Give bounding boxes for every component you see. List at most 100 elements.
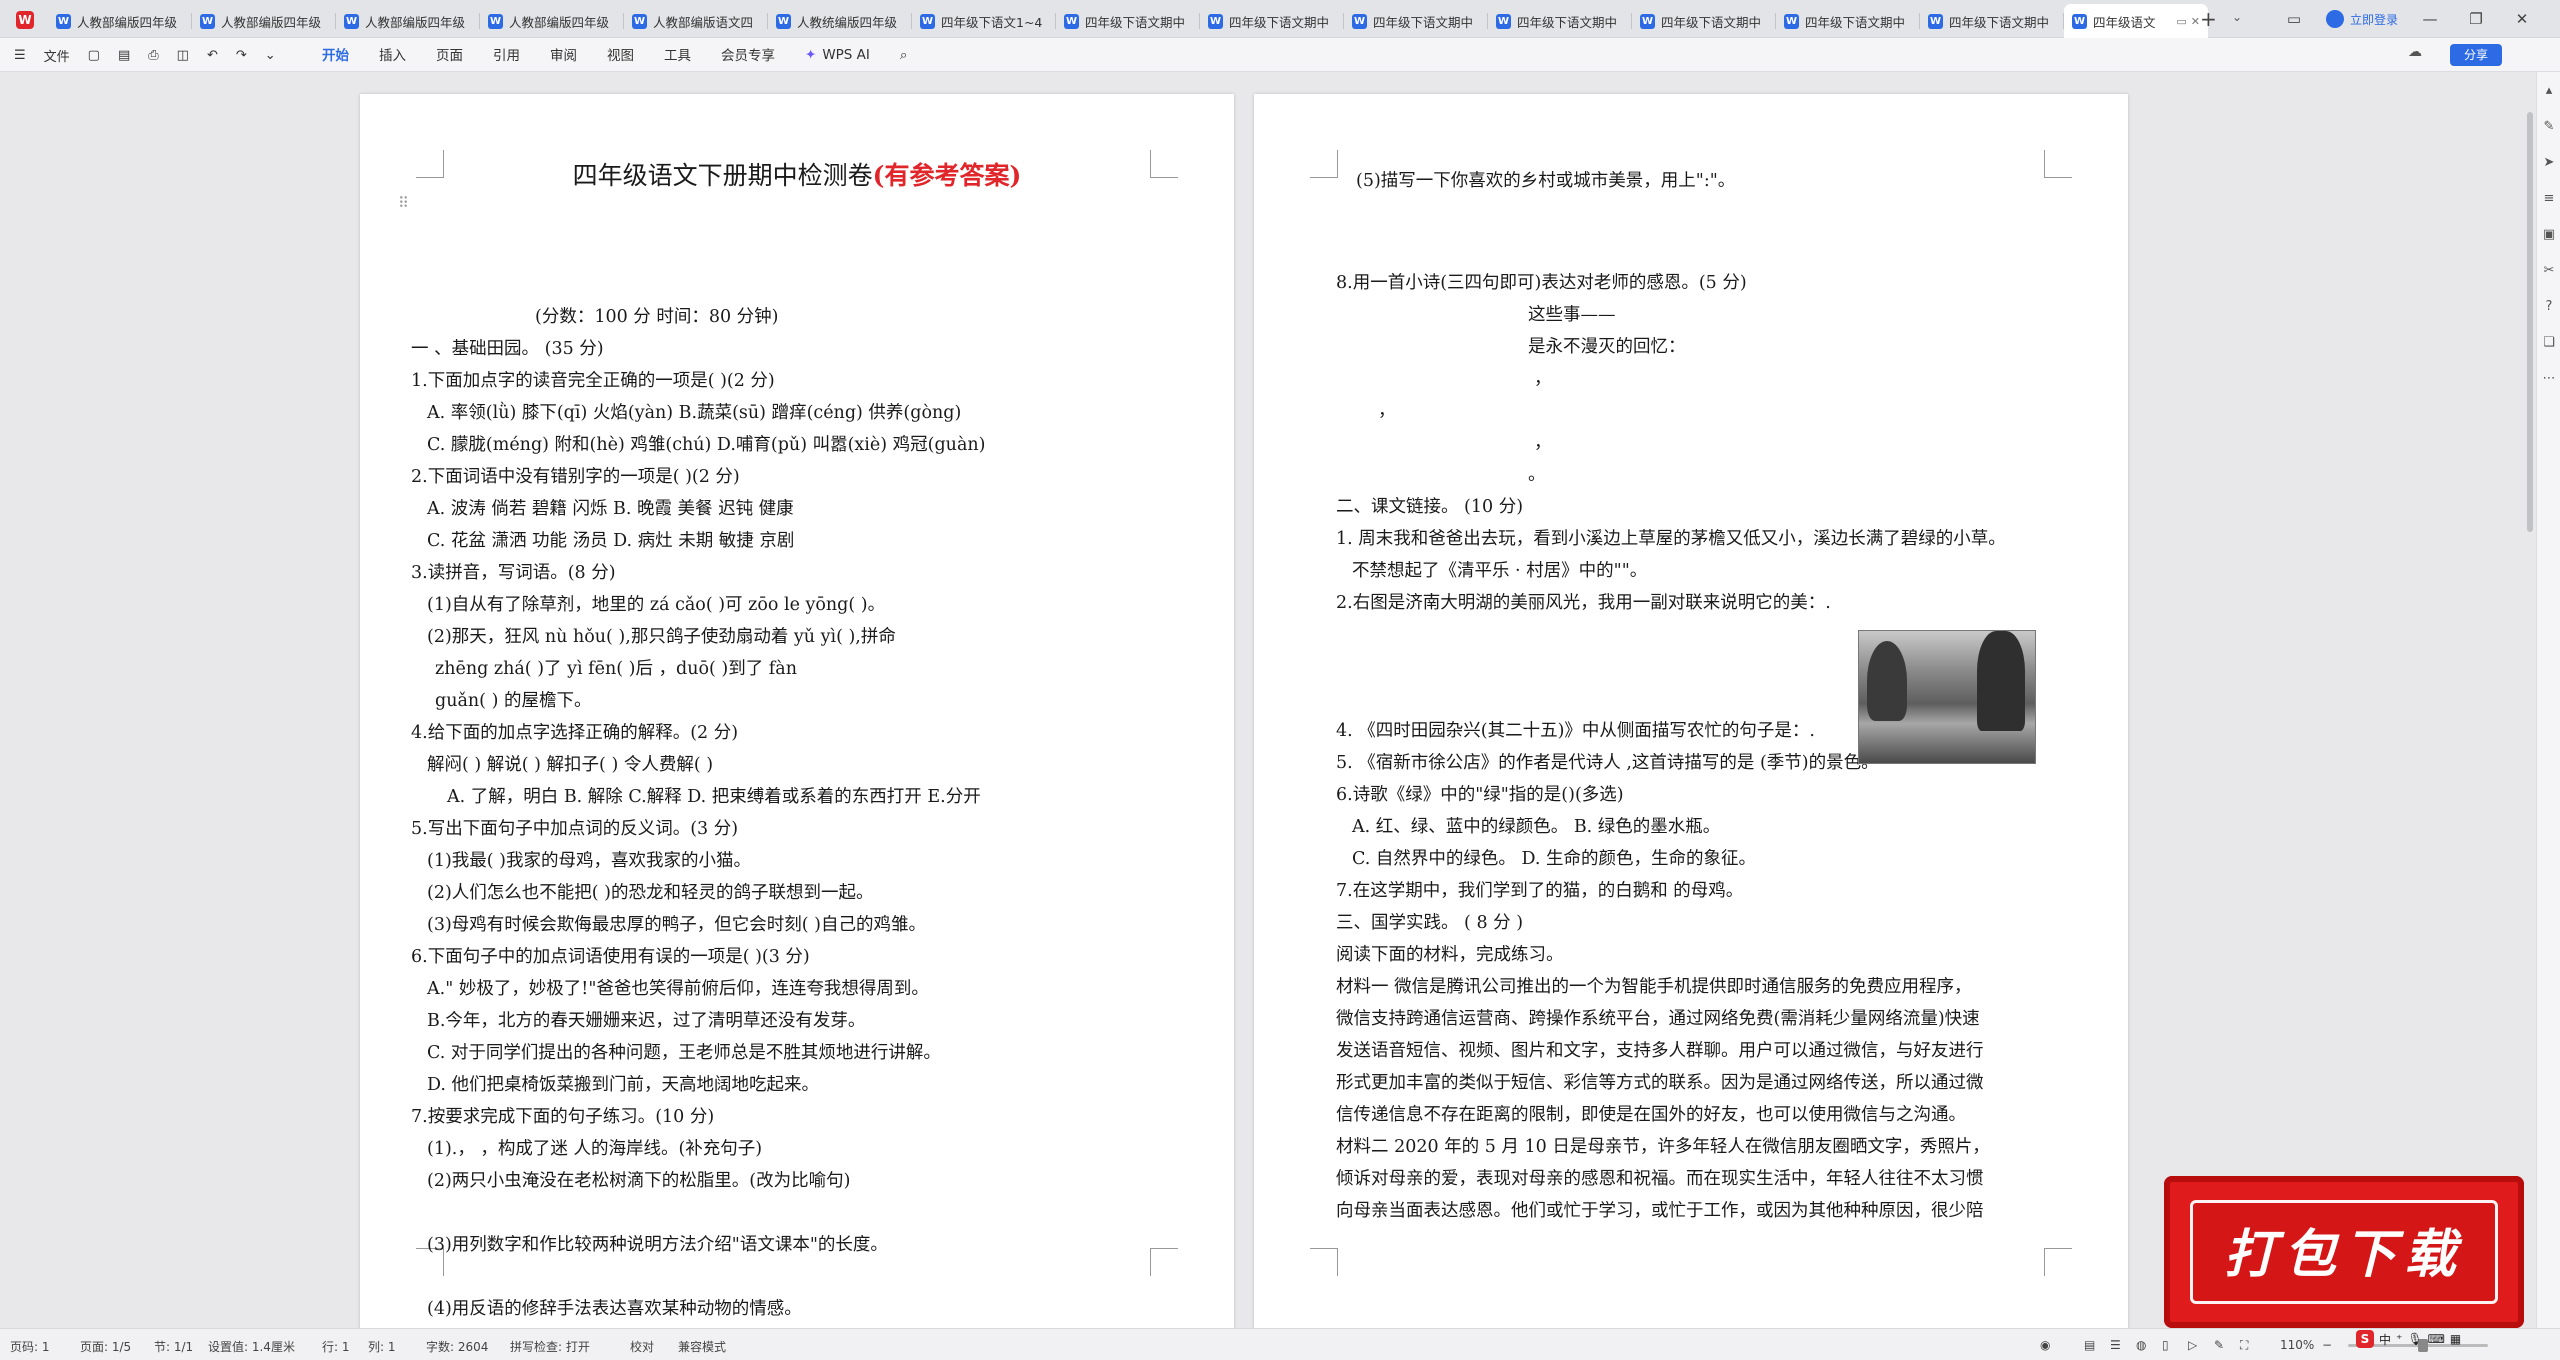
tools-wrench-icon[interactable]: ✂ (2540, 262, 2558, 280)
ime-language[interactable]: 中 (2379, 1331, 2391, 1348)
close-tab-icon[interactable]: ✕ (2191, 15, 2200, 28)
text-line: (分数：100 分 时间：80 分钟) (535, 307, 779, 327)
doc-tab-label: 四年级下语文期中 (1661, 14, 1762, 30)
wps-ai-icon: ✦ (805, 47, 817, 63)
download-banner-text[interactable]: 打包下载 (2193, 1203, 2495, 1301)
doc-tab[interactable]: W 四年级下语文期中 (1056, 4, 1200, 38)
text-line: 7.按要求完成下面的句子练习。(10 分) (411, 1107, 715, 1127)
doc-tab[interactable]: W 人教部编版四年级 (480, 4, 624, 38)
ribbon-tab[interactable]: 会员专享 (721, 36, 775, 74)
status-proofread[interactable]: 校对 (630, 1338, 654, 1355)
ribbon-tab[interactable]: 开始 (322, 36, 349, 74)
play-icon[interactable]: ▷ (2188, 1338, 2197, 1352)
doc-tab[interactable]: W 人教部编版语文四 (624, 4, 768, 38)
undo-icon[interactable]: ↶ (207, 48, 218, 63)
paragraph-drag-handle-icon[interactable]: ⠿ (398, 194, 409, 212)
outline-view-icon[interactable]: ☰ (2110, 1338, 2121, 1352)
status-page-code[interactable]: 页码: 1 (10, 1338, 50, 1355)
keyboard-icon[interactable]: ⌨ (2428, 1332, 2445, 1346)
vertical-scrollbar[interactable] (2524, 72, 2536, 1328)
more-dots-icon[interactable]: ⋯ (2540, 370, 2558, 388)
scrollbar-thumb[interactable] (2527, 112, 2533, 532)
status-col[interactable]: 列: 1 (368, 1338, 396, 1355)
export-pdf-icon[interactable]: ▤ (118, 48, 130, 63)
status-setting-value[interactable]: 设置值: 1.4厘米 (208, 1338, 295, 1355)
ribbon-tab[interactable]: 视图 (607, 36, 634, 74)
sogou-ime-icon[interactable]: S (2356, 1330, 2374, 1348)
skin-icon[interactable]: ▦ (2450, 1332, 2461, 1346)
more-chevron-icon[interactable]: ⌄ (265, 48, 276, 63)
web-view-icon[interactable]: ◍ (2136, 1338, 2146, 1352)
save-icon[interactable]: ▢ (88, 48, 100, 63)
print-preview-icon[interactable]: ◫ (177, 48, 189, 63)
doc-tab[interactable]: W 人教统编版四年级 (768, 4, 912, 38)
share-button[interactable]: 分享 (2450, 44, 2502, 66)
cloud-sync-icon[interactable]: ☁ (2408, 44, 2422, 60)
document-page-2[interactable]: (5)描写一下你喜欢的乡村或城市美景，用上":"。 8.用一首小诗(三四句即可)表… (1254, 94, 2128, 1332)
ribbon-tab[interactable]: 插入 (379, 36, 406, 74)
text-line: 向母亲当面表达感恩。他们或忙于学习，或忙于工作，或因为其他种种原因，很少陪 (1336, 1201, 1984, 1221)
doc-tab[interactable]: W 四年级下语文1~4 (912, 4, 1056, 38)
status-page-count[interactable]: 页面: 1/5 (80, 1338, 131, 1355)
restore-icon[interactable]: ❐ (2462, 10, 2490, 28)
collapse-panel-icon[interactable]: ▴ (2540, 82, 2558, 100)
edit-pen-icon[interactable]: ✎ (2540, 118, 2558, 136)
ribbon-tab[interactable]: 页面 (436, 36, 463, 74)
document-page-1[interactable]: ⠿ 四年级语文下册期中检测卷(有参考答案) (分数：100 分 时间：80 分钟… (360, 94, 1234, 1332)
read-mode-icon[interactable]: ▯ (2162, 1338, 2169, 1352)
minimize-icon[interactable]: — (2416, 10, 2444, 28)
word-doc-icon: W (344, 13, 359, 29)
download-banner[interactable]: 打包下载 (2164, 1176, 2524, 1328)
settings-sliders-icon[interactable]: ≡ (2540, 190, 2558, 208)
status-section[interactable]: 节: 1/1 (154, 1338, 193, 1355)
word-doc-icon: W (2072, 13, 2087, 29)
doc-tab[interactable]: W 四年级下语文期中 (1344, 4, 1488, 38)
eye-protection-icon[interactable]: ◉ (2040, 1338, 2050, 1352)
doc-tab[interactable]: W 四年级下语文期中 (1920, 4, 2064, 38)
punctuation-icon[interactable]: ⁺ (2396, 1332, 2402, 1346)
doc-tab[interactable]: W 人教部编版四年级 (48, 4, 192, 38)
doc-tab[interactable]: W 四年级下语文期中 (1200, 4, 1344, 38)
wps-ai-button[interactable]: ✦ WPS AI (805, 47, 870, 63)
tab-monitor-icon[interactable]: ▭ (2176, 15, 2186, 28)
doc-tab[interactable]: W 四年级下语文期中 (1488, 4, 1632, 38)
print-icon[interactable]: ⎙ (148, 48, 158, 63)
ribbon-tab[interactable]: 工具 (664, 36, 691, 74)
select-cursor-icon[interactable]: ➤ (2540, 154, 2558, 172)
close-window-icon[interactable]: ✕ (2508, 10, 2536, 28)
search-icon[interactable]: ⌕ (900, 47, 908, 63)
status-spellcheck[interactable]: 拼写检查: 打开 (510, 1338, 590, 1355)
ribbon-tab[interactable]: 引用 (493, 36, 520, 74)
window-layout-icon[interactable]: ▭ (2280, 10, 2308, 28)
doc-tab[interactable]: W 四年级下语文期中 (1776, 4, 1920, 38)
image-tool-icon[interactable]: ▣ (2540, 226, 2558, 244)
doc-tab[interactable]: W 人教部编版四年级 (192, 4, 336, 38)
microphone-icon[interactable]: 🎙 (2407, 1332, 2422, 1346)
hamburger-menu-icon[interactable]: ☰ (14, 48, 26, 63)
lake-photo[interactable] (1858, 630, 2036, 764)
status-word-count[interactable]: 字数: 2604 (426, 1338, 488, 1355)
help-icon[interactable]: ? (2540, 298, 2558, 316)
redo-icon[interactable]: ↷ (236, 48, 247, 63)
new-tab-button[interactable]: + (2200, 8, 2217, 30)
login-button[interactable]: 立即登录 (2326, 10, 2398, 28)
ribbon-tab[interactable]: 审阅 (550, 36, 577, 74)
zoom-out-icon[interactable]: − (2322, 1338, 2332, 1352)
title-answer-note: (有参考答案) (872, 161, 1022, 190)
wps-logo-icon[interactable]: W (8, 6, 42, 34)
tab-list-chevron-icon[interactable]: ⌄ (2232, 10, 2242, 24)
doc-tab-label: 人教部编版四年级 (221, 14, 322, 30)
file-menu[interactable]: 文件 (44, 46, 70, 65)
word-doc-icon: W (1208, 13, 1223, 29)
page-view-icon[interactable]: ▤ (2084, 1338, 2095, 1352)
doc-tab[interactable]: W 四年级语文 ▭ ✕ (2064, 4, 2208, 38)
doc-tab[interactable]: W 人教部编版四年级 (336, 4, 480, 38)
annotate-icon[interactable]: ✎ (2214, 1338, 2224, 1352)
zoom-level[interactable]: 110% (2280, 1338, 2314, 1352)
status-row[interactable]: 行: 1 (322, 1338, 350, 1355)
title-main: 四年级语文下册期中检测卷 (572, 161, 873, 190)
template-icon[interactable]: ❏ (2540, 334, 2558, 352)
fullscreen-icon[interactable]: ⛶ (2240, 1338, 2248, 1353)
document-workspace[interactable]: ⠿ 四年级语文下册期中检测卷(有参考答案) (分数：100 分 时间：80 分钟… (0, 72, 2524, 1332)
doc-tab[interactable]: W 四年级下语文期中 (1632, 4, 1776, 38)
